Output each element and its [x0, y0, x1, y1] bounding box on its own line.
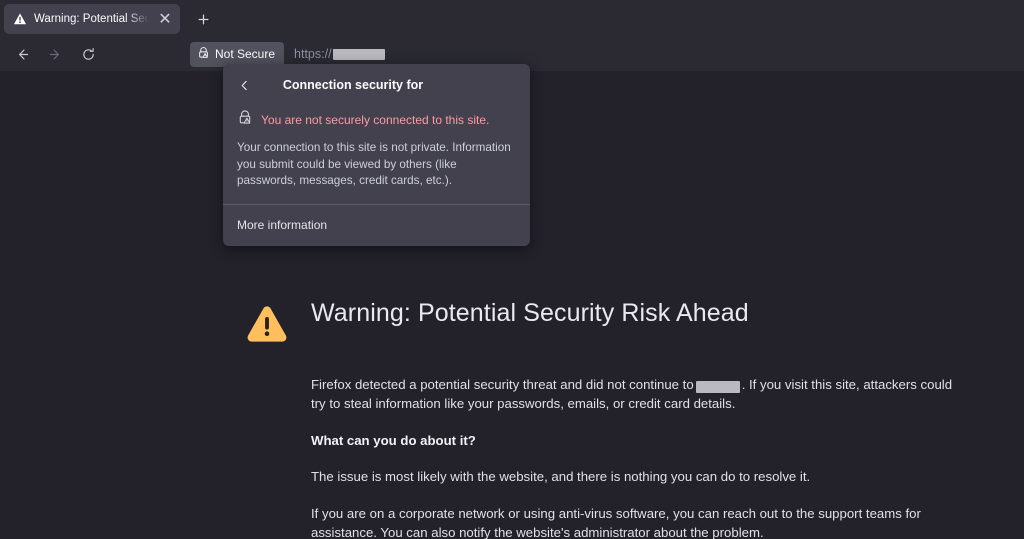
popup-header: Connection security for	[223, 64, 530, 106]
tab-active-security-warning[interactable]: Warning: Potential Security Risk ✕	[4, 4, 180, 34]
popup-title-prefix: Connection security for	[282, 78, 424, 92]
tab-title: Warning: Potential Security Risk	[34, 13, 149, 25]
back-button[interactable]	[7, 41, 37, 69]
error-paragraph-primary-before: Firefox detected a potential security th…	[311, 377, 694, 392]
error-host-redacted	[695, 380, 740, 393]
page-title: Warning: Potential Security Risk Ahead	[311, 299, 749, 327]
close-icon[interactable]: ✕	[156, 10, 174, 28]
url-display[interactable]: https://	[294, 47, 385, 61]
url-host-redacted	[332, 48, 385, 60]
error-header: Warning: Potential Security Risk Ahead	[245, 296, 957, 351]
popup-description: Your connection to this site is not priv…	[237, 141, 511, 187]
security-error-page: Warning: Potential Security Risk Ahead F…	[245, 296, 957, 539]
url-scheme: https://	[294, 47, 332, 61]
new-tab-button[interactable]	[190, 6, 216, 32]
reload-button[interactable]	[73, 41, 103, 69]
lock-warning-icon	[237, 109, 253, 130]
lock-warning-icon	[197, 46, 210, 62]
connection-security-popup: Connection security for You are not secu…	[223, 64, 530, 246]
error-paragraph-primary: Firefox detected a potential security th…	[311, 375, 956, 413]
warning-triangle-favicon	[13, 12, 27, 26]
identity-not-secure-button[interactable]: Not Secure	[190, 41, 285, 67]
forward-button[interactable]	[40, 41, 70, 69]
error-paragraph-3: If you are on a corporate network or usi…	[311, 506, 921, 539]
browser-window: Warning: Potential Security Risk ✕	[0, 0, 1024, 539]
error-paragraph-2: The issue is most likely with the websit…	[311, 469, 811, 484]
popup-status-row: You are not securely connected to this s…	[223, 106, 530, 140]
error-body: Firefox detected a potential security th…	[245, 375, 957, 539]
popup-more-information-button[interactable]: More information	[223, 205, 530, 246]
identity-chip-label: Not Secure	[215, 47, 276, 61]
popup-title: Connection security for	[283, 78, 470, 92]
popup-status-text: You are not securely connected to this s…	[261, 112, 490, 127]
warning-triangle-icon	[245, 302, 289, 351]
error-subheading: What can you do about it?	[311, 433, 476, 448]
tab-strip: Warning: Potential Security Risk ✕	[0, 0, 1024, 38]
popup-back-button[interactable]	[231, 72, 257, 98]
